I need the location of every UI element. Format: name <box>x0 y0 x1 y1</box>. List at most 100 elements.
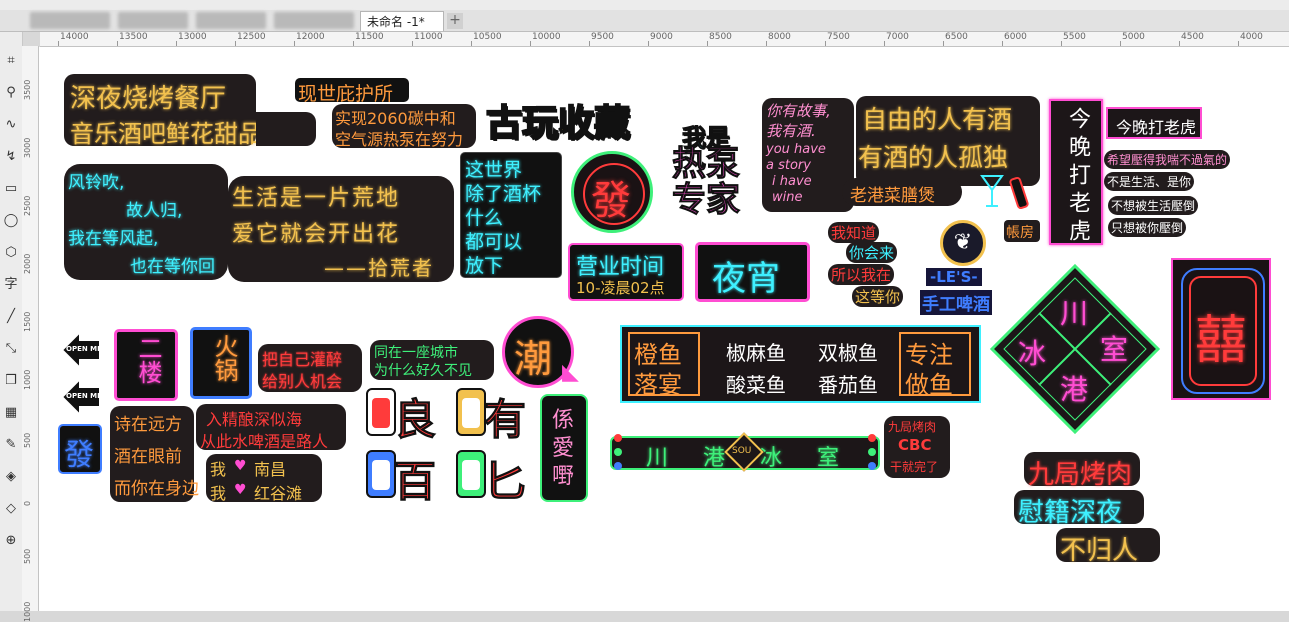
ruler-tick <box>1002 41 1003 46</box>
smart-fill-icon[interactable]: ◇ <box>2 500 20 518</box>
horizontal-ruler[interactable]: 14000 13500 13000 12500 12000 11500 11000 10500… <box>40 32 1289 47</box>
sign-wasteland[interactable]: 生活是一片荒地 爱它就会开出花 ——拾荒者 <box>228 176 454 282</box>
polygon-icon[interactable]: ⬡ <box>2 244 20 262</box>
sign-text: 二楼 <box>134 336 162 384</box>
crop-icon[interactable]: ⌗ <box>2 52 20 70</box>
sign-pressure[interactable]: 希望壓得我喘不過氣的 不是生活、是你 不想被生活壓倒 只想被你壓倒 <box>1104 150 1231 240</box>
sign-opening-hours[interactable]: 营业时间 10-凌晨02点 <box>568 243 684 301</box>
sign-fa-round[interactable]: 發 <box>571 151 653 233</box>
sign-accounting[interactable]: 帳房 <box>1004 220 1040 242</box>
fill-icon[interactable]: ◈ <box>2 468 20 486</box>
sign-love-vertical[interactable]: 係 愛 嘢 <box>540 394 588 502</box>
sign-craft-beer-sea[interactable]: 入精酿深似海 从此水啤酒是路人 <box>196 404 346 451</box>
sign-story-wine[interactable]: 你有故事, 我有酒. you have a story i have wine <box>762 98 854 212</box>
ruler-tick-label: 12500 <box>237 32 266 42</box>
sign-old-port[interactable]: 老港菜膳煲 <box>842 178 962 206</box>
transparency-icon[interactable]: ▦ <box>2 404 20 422</box>
sign-night-snack[interactable]: 夜宵 <box>695 242 810 302</box>
sign-heat-pump[interactable]: 我是 热泵专家 <box>672 118 758 234</box>
heart-icon: ♥ <box>234 458 247 474</box>
curve-icon[interactable]: ↯ <box>2 148 20 166</box>
sign-bbq-night[interactable]: 九局烤肉 慰籍深夜 不归人 <box>1014 450 1164 566</box>
sign-nanchang[interactable]: 我 ♥ 南昌 我 ♥ 红谷滩 <box>206 454 322 503</box>
sign-text: 良 <box>393 395 437 445</box>
open-me-arrow[interactable]: OPEN ME <box>60 377 102 417</box>
menu-item: 酸菜鱼 <box>726 373 786 397</box>
sign-text: 为什么好久不见 <box>374 363 472 379</box>
blurred-tab[interactable] <box>118 12 188 29</box>
sign-fa-square[interactable]: 發 <box>58 424 102 474</box>
sign-antique[interactable]: 古玩收藏 <box>485 94 678 145</box>
eyedropper-icon[interactable]: ✎ <box>2 436 20 454</box>
sign-same-city[interactable]: 同在一座城市 为什么好久不见 <box>370 340 494 380</box>
opera-mask-icon <box>456 388 486 436</box>
add-icon[interactable]: ⊕ <box>2 532 20 550</box>
sign-text: 给别人机会 <box>262 372 343 391</box>
sign-text: 手工啤酒 <box>920 290 992 315</box>
sign-text: 这世界 <box>465 159 523 181</box>
ruler-tick <box>943 41 944 46</box>
sign-double-happiness[interactable]: 囍 <box>1171 258 1271 400</box>
sign-text: 今晚打老虎 <box>1116 118 1197 137</box>
sign-text: 今晚打老虎 <box>1065 107 1090 247</box>
vertical-ruler[interactable]: 3500 3000 2500 2000 1500 1000 500 0 500 1000 <box>22 46 39 622</box>
tab-bar <box>0 10 1289 32</box>
sign-text: 港 <box>1060 373 1089 406</box>
line-icon[interactable]: ╱ <box>2 308 20 326</box>
sign-carbon-neutral[interactable]: 实现2060碳中和 空气源热泵在努力 <box>332 104 476 149</box>
text-icon[interactable]: 字 <box>2 276 20 294</box>
add-tab-button[interactable]: + <box>447 13 463 29</box>
sign-text: 九局烤肉 <box>1028 460 1133 490</box>
sign-text: 深夜烧烤餐厅 <box>70 84 227 114</box>
zoom-icon[interactable]: ⚲ <box>2 84 20 102</box>
sign-second-floor[interactable]: 二楼 <box>114 329 178 401</box>
sign-world-wine[interactable]: 这世界 除了酒杯 什么 都可以 放下 <box>460 152 562 278</box>
sign-hotpot[interactable]: 火锅 <box>190 327 252 399</box>
sign-poetry[interactable]: 诗在远方 酒在眼前 而你在身边 <box>110 406 199 502</box>
sign-opera-4[interactable]: 匕 <box>456 448 528 507</box>
sign-opera-1[interactable]: 良 <box>366 386 438 445</box>
sign-text: 古玩收藏 <box>485 102 631 145</box>
sign-fish-menu[interactable]: 橙鱼 落宴 椒麻鱼 双椒鱼 酸菜鱼 番茄鱼 专注 做鱼 <box>620 325 981 403</box>
ruler-tick <box>117 41 118 46</box>
sign-chuan-gang-diamond[interactable]: 川 冰 室 港 <box>988 262 1162 436</box>
sign-text: 同在一座城市 <box>374 345 458 361</box>
blurred-tab[interactable] <box>274 12 354 29</box>
ruler-tick-label: 9000 <box>650 32 673 42</box>
open-me-arrow[interactable]: OPEN ME <box>60 330 102 370</box>
shadow-icon[interactable]: ❒ <box>2 372 20 390</box>
sign-text: 都可以 <box>465 231 523 253</box>
sign-text: 酒在眼前 <box>114 447 182 467</box>
sign-text: 我 <box>210 460 227 479</box>
sign-opera-2[interactable]: 有 <box>456 386 528 445</box>
document-tab[interactable]: 未命名 -1* <box>360 11 444 31</box>
fan-icon: ◣ <box>562 360 579 385</box>
blurred-tab[interactable] <box>30 12 110 29</box>
ruler-tick <box>530 41 531 46</box>
opera-mask-icon <box>366 388 396 436</box>
sign-text: 火锅 <box>210 334 238 382</box>
sign-i-know[interactable]: 我知道 你会来 所以我在 这等你 <box>828 222 912 308</box>
ruler-tick-label: 500 <box>23 548 32 564</box>
sign-text: CBC <box>898 436 932 454</box>
sign-cbc[interactable]: 九局烤肉 CBC 干就完了 <box>884 416 950 478</box>
blurred-tab[interactable] <box>196 12 266 29</box>
sign-shelter[interactable]: 现世庇护所 <box>295 78 409 105</box>
sign-bbq-restaurant[interactable]: 深夜烧烤餐厅 音乐酒吧鲜花甜品 <box>64 74 262 148</box>
sign-tonight[interactable]: 今晚打老虎 <box>1106 107 1202 139</box>
rectangle-icon[interactable]: ▭ <box>2 180 20 198</box>
sign-text: 这等你 <box>852 286 904 307</box>
freehand-icon[interactable]: ∿ <box>2 116 20 134</box>
sign-trend[interactable]: 潮 ◣ <box>502 316 596 390</box>
connector-icon[interactable]: ⤡ <box>2 340 20 358</box>
ruler-tick-label: 1500 <box>23 311 32 332</box>
ellipse-icon[interactable]: ◯ <box>2 212 20 230</box>
sign-chuan-gang-banner[interactable]: 川 港 冰 室 SOU <box>610 432 880 474</box>
sign-wind-chime[interactable]: 风铃吹, 故人归, 我在等风起, 也在等你回 <box>64 164 228 280</box>
ruler-tick <box>1238 41 1239 46</box>
sign-opera-3[interactable]: 百 <box>366 448 438 507</box>
sign-get-drunk[interactable]: 把自己灌醉 给别人机会 <box>258 344 362 392</box>
sign-text: you have <box>766 142 826 157</box>
ruler-tick-label: 14000 <box>60 32 89 42</box>
sign-tonight-vertical[interactable]: 今晚打老虎 <box>1049 99 1103 247</box>
